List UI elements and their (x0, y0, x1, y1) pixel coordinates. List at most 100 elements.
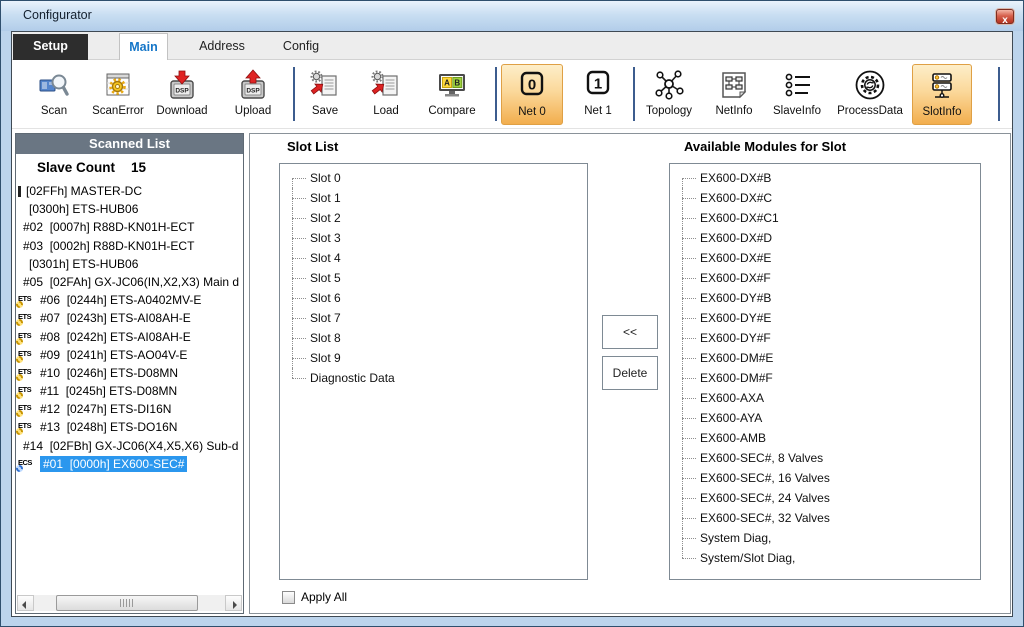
tab-address[interactable]: Address (192, 34, 252, 59)
slotinfo-button[interactable]: SlotInfo (912, 64, 972, 125)
save-button[interactable]: Save (302, 64, 348, 125)
slot-item[interactable]: Slot 0 (280, 168, 587, 188)
slave-row[interactable]: #02 [0007h] R88D-KN01H-ECT (16, 218, 243, 236)
slave-row[interactable]: [02FFh] MASTER-DC (16, 182, 243, 200)
slot-item[interactable]: Slot 7 (280, 308, 587, 328)
module-item[interactable]: EX600-DX#C (670, 188, 980, 208)
apply-all-checkbox[interactable]: Apply All (282, 590, 347, 604)
slave-row[interactable]: ETS#12 [0247h] ETS-DI16N (16, 400, 243, 418)
slot-item[interactable]: Slot 5 (280, 268, 587, 288)
slave-label: [0300h] ETS-HUB06 (29, 202, 138, 216)
slot-item[interactable]: Diagnostic Data (280, 368, 587, 388)
slave-type-icon: ETS (18, 292, 35, 306)
download-button[interactable]: DSP Download (149, 64, 215, 125)
module-item[interactable]: EX600-SEC#, 32 Valves (670, 508, 980, 528)
client-area: Setup Main Address Config Scan (11, 31, 1013, 617)
module-item[interactable]: EX600-DX#C1 (670, 208, 980, 228)
titlebar[interactable]: Configurator x (1, 1, 1023, 31)
horizontal-scrollbar[interactable] (17, 595, 242, 611)
net0-button[interactable]: 0 Net 0 (501, 64, 563, 125)
slot-list-title: Slot List (287, 139, 338, 154)
close-button[interactable]: x (996, 9, 1014, 24)
topology-icon (653, 67, 685, 103)
module-item[interactable]: EX600-SEC#, 24 Valves (670, 488, 980, 508)
processdata-icon (854, 67, 886, 103)
module-item[interactable]: EX600-DM#E (670, 348, 980, 368)
module-item[interactable]: EX600-DY#B (670, 288, 980, 308)
slot-item[interactable]: Slot 2 (280, 208, 587, 228)
slave-row[interactable]: [0300h] ETS-HUB06 (16, 200, 243, 218)
slave-row[interactable]: #05 [02FAh] GX-JC06(IN,X2,X3) Main d (16, 273, 243, 291)
load-button[interactable]: Load (363, 64, 409, 125)
slave-row[interactable]: [0301h] ETS-HUB06 (16, 255, 243, 273)
net1-button[interactable]: 1 Net 1 (570, 64, 626, 125)
slave-row[interactable]: ETS#06 [0244h] ETS-A0402MV-E (16, 291, 243, 309)
slot-item[interactable]: Slot 3 (280, 228, 587, 248)
move-left-button[interactable]: << (602, 315, 658, 349)
slot-item[interactable]: Slot 1 (280, 188, 587, 208)
module-item[interactable]: EX600-DY#F (670, 328, 980, 348)
slave-row[interactable]: ETS #07 [0243h] ETS-AI08AH-E (16, 309, 243, 327)
upload-button[interactable]: DSP Upload (223, 64, 283, 125)
netinfo-button[interactable]: NetInfo (706, 64, 762, 125)
slaveinfo-button[interactable]: SlaveInfo (765, 64, 829, 125)
tab-setup[interactable]: Setup (13, 34, 88, 60)
module-item[interactable]: EX600-AYA (670, 408, 980, 428)
topology-button[interactable]: Topology (637, 64, 701, 125)
toolbar-separator (633, 67, 635, 121)
compare-button[interactable]: A B Compare (419, 64, 485, 125)
modules-list-box: EX600-DX#BEX600-DX#CEX600-DX#C1EX600-DX#… (669, 163, 981, 580)
scroll-right-arrow[interactable] (225, 595, 242, 611)
module-item[interactable]: EX600-SEC#, 16 Valves (670, 468, 980, 488)
slot-item[interactable]: Slot 6 (280, 288, 587, 308)
scan-label: Scan (41, 105, 67, 117)
compare-icon: A B (436, 67, 468, 103)
slave-row[interactable]: ETS#13 [0248h] ETS-DO16N (16, 418, 243, 436)
module-item[interactable]: EX600-DY#E (670, 308, 980, 328)
slave-row[interactable]: ETS#09 [0241h] ETS-AO04V-E (16, 346, 243, 364)
slave-row[interactable]: ETS#11 [0245h] ETS-D08MN (16, 382, 243, 400)
net1-label: Net 1 (584, 105, 612, 117)
checkbox-box[interactable] (282, 591, 295, 604)
svg-text:A: A (444, 79, 450, 88)
delete-button[interactable]: Delete (602, 356, 658, 390)
tab-main[interactable]: Main (119, 33, 168, 60)
load-icon (370, 67, 402, 103)
scrollbar-thumb[interactable] (56, 595, 198, 611)
scan-icon (38, 67, 70, 103)
slave-row[interactable]: ECS#01 [0000h] EX600-SEC# (16, 455, 243, 473)
tab-config[interactable]: Config (276, 34, 326, 59)
app-window: Configurator x Setup Main Address Config (0, 0, 1024, 627)
module-item[interactable]: EX600-DM#F (670, 368, 980, 388)
save-icon (309, 67, 341, 103)
slave-row[interactable]: ETS#10 [0246h] ETS-D08MN (16, 364, 243, 382)
scrollbar-track[interactable] (34, 595, 225, 611)
module-item[interactable]: EX600-AXA (670, 388, 980, 408)
slave-type-icon: ETS (18, 310, 35, 324)
module-item[interactable]: EX600-DX#B (670, 168, 980, 188)
module-item[interactable]: EX600-DX#E (670, 248, 980, 268)
upload-label: Upload (235, 105, 271, 117)
scroll-left-arrow[interactable] (17, 595, 34, 611)
module-item[interactable]: EX600-SEC#, 8 Valves (670, 448, 980, 468)
module-item[interactable]: EX600-DX#D (670, 228, 980, 248)
slave-label: #07 [0243h] ETS-AI08AH-E (40, 311, 191, 325)
module-item[interactable]: System Diag, (670, 528, 980, 548)
slaveinfo-label: SlaveInfo (773, 105, 821, 117)
slot-item[interactable]: Slot 9 (280, 348, 587, 368)
module-item[interactable]: System/Slot Diag, (670, 548, 980, 568)
slave-row[interactable]: #14 [02FBh] GX-JC06(X4,X5,X6) Sub-d (16, 437, 243, 455)
slave-label: #11 [0245h] ETS-D08MN (40, 384, 177, 398)
module-item[interactable]: EX600-AMB (670, 428, 980, 448)
scanned-list-header: Scanned List (16, 134, 243, 154)
slot-item[interactable]: Slot 4 (280, 248, 587, 268)
processdata-button[interactable]: ProcessData (831, 64, 909, 125)
slave-row[interactable]: ETS#08 [0242h] ETS-AI08AH-E (16, 328, 243, 346)
modules-tree: EX600-DX#BEX600-DX#CEX600-DX#C1EX600-DX#… (670, 164, 980, 568)
slot-item[interactable]: Slot 8 (280, 328, 587, 348)
scan-button[interactable]: Scan (28, 64, 80, 125)
slave-label: #13 [0248h] ETS-DO16N (40, 420, 177, 434)
slave-row[interactable]: #03 [0002h] R88D-KN01H-ECT (16, 237, 243, 255)
module-item[interactable]: EX600-DX#F (670, 268, 980, 288)
scanerror-button[interactable]: ScanError (80, 64, 156, 125)
